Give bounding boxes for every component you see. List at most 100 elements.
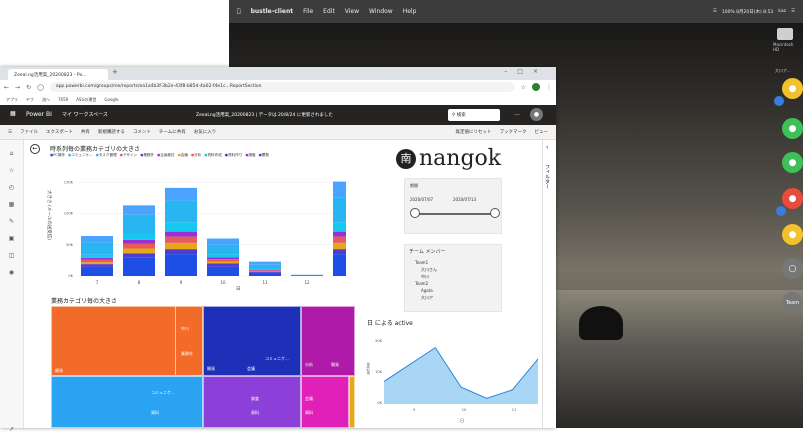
tool-comment[interactable]: コメント (133, 129, 151, 135)
bar-chart-panel[interactable]: 時系列毎の業務カテゴリの大きさ ●PC操作 ●コミュニケ... ●タスク管理 ●デザイ… (46, 142, 346, 292)
tool-favorite[interactable]: お気に入り (194, 129, 217, 135)
search-input[interactable]: ⚲ 検索 (448, 109, 500, 121)
workspace-link[interactable]: マイ ワークスペース (62, 111, 108, 118)
dock-team[interactable]: Team (782, 292, 803, 313)
browser-tab[interactable]: Zeeal.ng活用案_20200823 - Po... (8, 69, 108, 80)
back-icon[interactable]: ← (4, 84, 9, 91)
app-name[interactable]: bustle-client (251, 8, 294, 15)
team-item-2[interactable]: 大川さん (421, 267, 437, 273)
bookmark-3[interactable]: 流へ (42, 97, 50, 103)
date-slicer[interactable]: 期間 2020/07/07 2020/07/13 (404, 178, 502, 234)
slicer-from[interactable]: 2020/07/07 (410, 197, 433, 202)
menu-list-icon[interactable]: ☰ (791, 9, 795, 14)
bar-segment (333, 231, 346, 237)
bookmark-2[interactable]: ヤフ (26, 97, 34, 103)
treemap-cell[interactable] (203, 376, 301, 428)
team-item-5[interactable]: Agata (421, 288, 433, 293)
dock-broadcast[interactable]: ○ (782, 258, 803, 279)
bookmark-1[interactable]: アプリ (6, 97, 18, 103)
tool-reset[interactable]: 既定値にリセット (456, 129, 492, 135)
apps-icon[interactable]: ▦ (7, 201, 17, 208)
bar-segment (165, 236, 197, 243)
window-controls[interactable]: –□× (504, 68, 548, 75)
workspaces-icon[interactable]: ▣ (7, 235, 17, 242)
dock-badge-icon[interactable] (776, 206, 786, 216)
slicer-to[interactable]: 2020/07/13 (453, 197, 476, 202)
team-slicer[interactable]: チーム メンバー Team1 大川さん 中川 Team2 Agata 大川ア (404, 244, 502, 312)
line-x-tick: 11 (512, 408, 517, 412)
team-item-1[interactable]: Team1 (415, 260, 428, 265)
expand-icon[interactable]: ↗ (7, 426, 17, 433)
wifi-icon[interactable]: ☰ (713, 9, 717, 14)
tool-share[interactable]: 共有 (81, 129, 90, 135)
dock-person-3[interactable]: ● (782, 152, 803, 173)
back-circle-icon[interactable]: ← (30, 144, 40, 154)
slicer-handle-left[interactable] (410, 208, 420, 218)
bookmark-6[interactable]: Google (104, 97, 118, 102)
treemap[interactable]: 開発 中川 業務外 コミュニケ... 資料 開発 会議 コミュニケ... 調査 … (51, 306, 355, 428)
bookmark-5[interactable]: ASUの運営 (76, 97, 96, 103)
filter-pane[interactable]: ‹ フィルター (542, 140, 556, 428)
user-avatar[interactable]: ● (530, 108, 543, 121)
filter-collapse-icon[interactable]: ‹ (546, 144, 548, 151)
tool-export[interactable]: エクスポート (46, 129, 73, 135)
app-title[interactable]: Power BI (26, 111, 52, 118)
shared-icon[interactable]: ✎ (7, 218, 17, 225)
menu-window[interactable]: Window (369, 8, 393, 15)
menu-edit[interactable]: Edit (323, 8, 335, 15)
more-icon[interactable]: … (514, 110, 520, 117)
new-tab-icon[interactable]: + (112, 68, 118, 76)
team-item-6[interactable]: 大川ア (421, 295, 433, 301)
bookmark-4[interactable]: 7659 (58, 97, 68, 102)
dock-person-4[interactable]: ● (782, 188, 803, 209)
bar-chart-xlabel: 日 (236, 287, 241, 292)
tool-view[interactable]: ビュー (535, 129, 549, 135)
recent-icon[interactable]: ◴ (7, 184, 17, 191)
tool-team-share[interactable]: チームに共有 (159, 129, 186, 135)
treemap-label-3: コミュニケ... (151, 390, 175, 395)
bar-segment (291, 274, 323, 276)
bar-segment (123, 243, 155, 249)
slicer-label: 期間 (410, 183, 418, 188)
tool-subscribe[interactable]: 新規購読する (98, 129, 125, 135)
x-tick-label: 10 (220, 280, 226, 285)
tool-file[interactable]: ファイル (20, 129, 38, 135)
tool-bookmark[interactable]: ブックマーク (500, 129, 527, 135)
menu-icon[interactable]: ⋮ (546, 84, 552, 91)
person-icon: ● (788, 123, 797, 134)
learn-icon[interactable]: ◉ (7, 269, 17, 276)
url-input[interactable]: app.powerbi.com/groups/me/reports/ea1a4b… (49, 82, 515, 92)
dock-badge-icon[interactable] (774, 96, 784, 106)
dock-person-1[interactable]: ● (782, 78, 803, 99)
treemap-cell[interactable] (175, 306, 203, 376)
datahub-icon[interactable]: ◫ (7, 252, 17, 259)
dock-person-5[interactable]: ● (782, 224, 803, 245)
line-chart[interactable]: 20K 10K 0K 9 10 11 (370, 328, 542, 418)
forward-icon[interactable]: → (15, 84, 20, 91)
menu-toggle-icon[interactable]: ☰ (8, 130, 12, 135)
dock-person-2[interactable]: ● (782, 118, 803, 139)
slicer-track (414, 213, 496, 215)
treemap-cell[interactable] (301, 376, 349, 428)
team-item-4[interactable]: Team2 (415, 281, 428, 286)
home-icon[interactable]: ⌂ (7, 150, 17, 157)
profile-icon[interactable] (532, 83, 540, 91)
y-tick-label: 150K (64, 180, 74, 184)
user-name[interactable]: kaz (778, 9, 786, 14)
reload-icon[interactable]: ↻ (26, 84, 31, 91)
apps-grid-icon[interactable]: ▦ (10, 110, 16, 117)
slicer-handle-right[interactable] (490, 208, 500, 218)
report-title[interactable]: ZeeaLng活用案_20200823 | データは 20/8/24 に更新され… (196, 112, 333, 118)
star-icon[interactable]: ☆ (521, 84, 526, 91)
menu-file[interactable]: File (303, 8, 313, 15)
status-clock[interactable]: 100% 8月20日(木) 8:53 (722, 9, 773, 15)
menu-view[interactable]: View (345, 8, 359, 15)
bar-segment (333, 249, 346, 255)
disk-icon[interactable] (777, 28, 793, 40)
treemap-cell[interactable] (349, 376, 355, 428)
favorites-icon[interactable]: ☆ (7, 167, 17, 174)
apple-icon[interactable]:  (237, 8, 241, 15)
treemap-cell[interactable] (51, 376, 203, 428)
menu-help[interactable]: Help (403, 8, 417, 15)
team-item-3[interactable]: 中川 (421, 274, 429, 280)
